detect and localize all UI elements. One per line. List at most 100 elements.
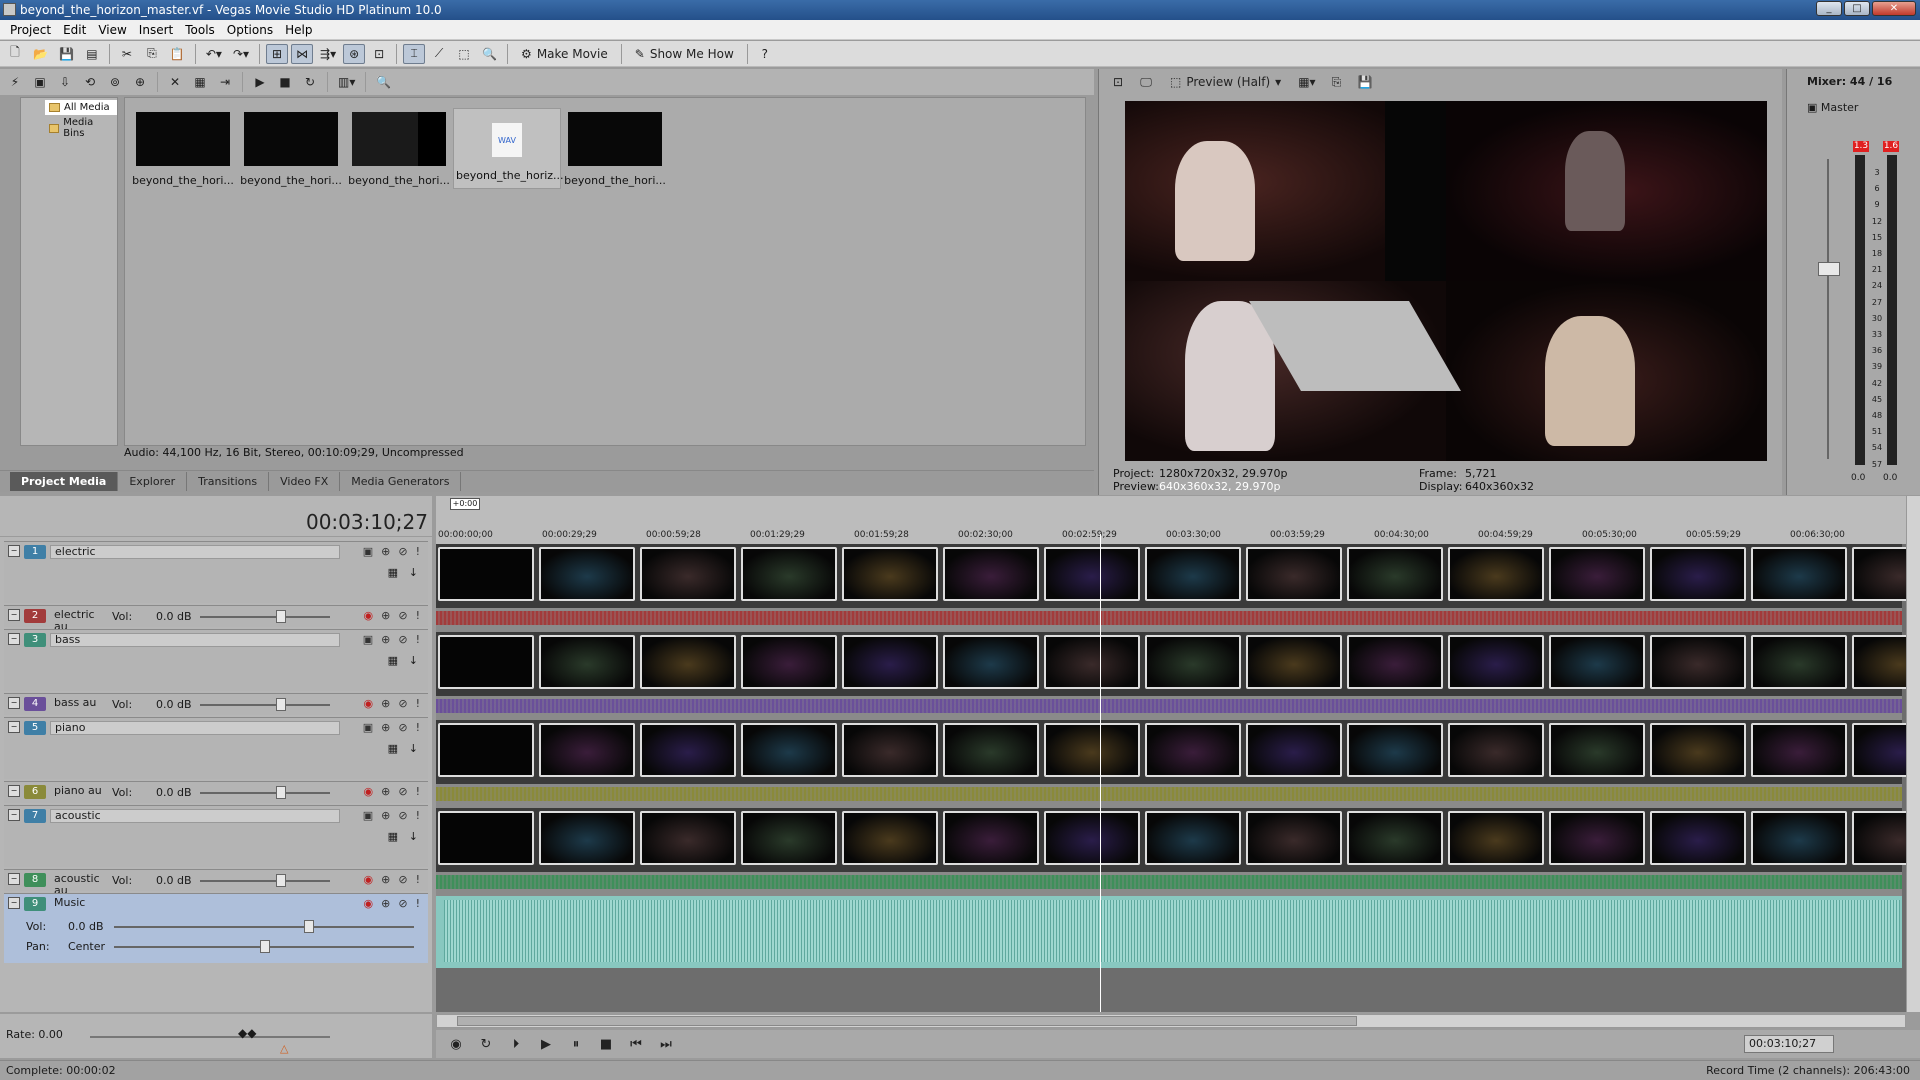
track-fx-icon[interactable]: ⊕ (381, 721, 390, 734)
play-media-icon[interactable]: ▶ (249, 72, 271, 92)
video-event[interactable] (539, 635, 635, 689)
video-event[interactable] (1751, 547, 1847, 601)
get-media-web-icon[interactable]: ⇩ (54, 72, 76, 92)
track-header-piano[interactable]: −5 piano ▣ ⊕ ⊘! ▦ ↓ (4, 717, 428, 779)
mute-icon[interactable]: ⊘ (398, 633, 407, 646)
track-fx-icon[interactable]: ⊕ (381, 633, 390, 646)
track-name[interactable]: piano (50, 721, 340, 735)
menu-insert[interactable]: Insert (133, 20, 179, 39)
video-event[interactable] (741, 635, 837, 689)
track-header-music[interactable]: −9 Music Vol: 0.0 dB Pan: Center ◉ ⊕ ⊘! (4, 893, 428, 963)
media-item[interactable]: beyond_the_hori... (129, 108, 237, 189)
record-icon[interactable]: ◉ (446, 1035, 466, 1053)
track-collapse-icon[interactable]: − (8, 609, 20, 621)
video-event[interactable] (1347, 547, 1443, 601)
tree-item-media-bins[interactable]: Media Bins (45, 115, 117, 141)
fx-icon[interactable]: ⊕ (381, 609, 390, 622)
timeline-lane-bass-au[interactable] (436, 696, 1902, 720)
solo-icon[interactable]: ! (416, 697, 420, 710)
arm-record-icon[interactable]: ◉ (364, 873, 374, 886)
rate-slider[interactable] (90, 1036, 330, 1038)
auto-preview-icon[interactable]: ⇥ (214, 72, 236, 92)
music-waveform-event[interactable] (444, 900, 1900, 962)
video-event[interactable] (640, 723, 736, 777)
mute-icon[interactable]: ⊘ (398, 609, 407, 622)
track-motion-icon[interactable]: ▣ (363, 721, 373, 734)
video-event[interactable] (943, 547, 1039, 601)
copy-icon[interactable]: ⎘ (141, 44, 163, 64)
time-ruler[interactable]: +0:00 00:00:00;00 00:00:29;29 00:00:59;28 0… (436, 496, 1906, 544)
audio-event[interactable] (436, 875, 1902, 889)
master-fader-knob[interactable] (1818, 262, 1840, 276)
video-event[interactable] (1549, 547, 1645, 601)
video-event[interactable] (1347, 635, 1443, 689)
timeline[interactable]: +0:00 00:00:00;00 00:00:29;29 00:00:59;28 0… (436, 496, 1920, 1012)
fx-icon[interactable]: ⊕ (381, 897, 390, 910)
video-event[interactable] (1044, 723, 1140, 777)
video-event[interactable] (842, 811, 938, 865)
video-event[interactable] (842, 635, 938, 689)
track-collapse-icon[interactable]: − (8, 721, 20, 733)
media-item[interactable]: beyond_the_hori... (561, 108, 669, 189)
video-event[interactable] (1246, 547, 1342, 601)
video-event[interactable] (1751, 811, 1847, 865)
mute-icon[interactable]: ⊘ (398, 697, 407, 710)
track-header-bass-au[interactable]: −4 bass au Vol: 0.0 dB ◉ ⊕ ⊘! (4, 693, 428, 715)
video-event[interactable] (1650, 635, 1746, 689)
video-event[interactable] (1650, 811, 1746, 865)
volume-slider-knob[interactable] (276, 874, 286, 887)
video-event[interactable] (640, 635, 736, 689)
video-event[interactable] (1246, 811, 1342, 865)
new-icon[interactable]: 🗋 (4, 44, 26, 64)
video-event[interactable] (640, 547, 736, 601)
track-header-electric[interactable]: −1 electric ▣ ⊕ ⊘! ▦ ↓ (4, 541, 428, 603)
tab-media-generators[interactable]: Media Generators (340, 472, 462, 491)
solo-icon[interactable]: ! (416, 873, 420, 886)
solo-icon[interactable]: ! (416, 609, 420, 622)
audio-event[interactable] (436, 699, 1902, 713)
make-compositing-child-icon[interactable]: ↓ (409, 742, 418, 755)
play-from-start-icon[interactable]: ⏵ (506, 1035, 526, 1053)
video-event[interactable] (1751, 635, 1847, 689)
paste-icon[interactable]: 📋 (166, 44, 189, 64)
mute-icon[interactable]: ⊘ (398, 897, 407, 910)
zoom-tool-icon[interactable]: 🔍 (478, 44, 501, 64)
import-media-icon[interactable]: ⚡ (4, 72, 26, 92)
video-event[interactable] (1650, 547, 1746, 601)
fx-icon[interactable]: ⊕ (381, 785, 390, 798)
arm-record-icon[interactable]: ◉ (364, 897, 374, 910)
cut-icon[interactable]: ✂ (116, 44, 138, 64)
video-event[interactable] (741, 547, 837, 601)
extract-audio-icon[interactable]: ⟲ (79, 72, 101, 92)
preview-properties-icon[interactable]: ⊡ (1107, 72, 1129, 92)
vertical-scrollbar[interactable] (1906, 496, 1920, 1012)
track-collapse-icon[interactable]: − (8, 697, 20, 709)
track-header-acoustic-au[interactable]: −8 acoustic au Vol: 0.0 dB ◉ ⊕ ⊘! (4, 869, 428, 897)
timeline-lane-acoustic[interactable] (436, 808, 1920, 872)
track-name[interactable]: electric au (50, 609, 110, 633)
master-fader-track[interactable] (1827, 159, 1829, 459)
video-event[interactable] (1246, 723, 1342, 777)
video-event[interactable] (438, 723, 534, 777)
solo-icon[interactable]: ! (416, 897, 420, 910)
video-event[interactable] (842, 547, 938, 601)
track-name[interactable]: acoustic (50, 809, 340, 823)
open-icon[interactable]: 📂 (29, 44, 52, 64)
video-event[interactable] (539, 547, 635, 601)
video-event[interactable] (741, 723, 837, 777)
video-event[interactable] (1549, 635, 1645, 689)
video-event[interactable] (1448, 811, 1544, 865)
video-event[interactable] (1145, 811, 1241, 865)
make-movie-button[interactable]: ⚙ Make Movie (514, 44, 615, 64)
audio-event[interactable] (436, 787, 1902, 801)
video-event[interactable] (943, 811, 1039, 865)
compositing-icon[interactable]: ▦ (388, 654, 398, 667)
video-event[interactable] (539, 811, 635, 865)
video-event[interactable] (1347, 811, 1443, 865)
menu-project[interactable]: Project (4, 20, 57, 39)
video-event[interactable] (1347, 723, 1443, 777)
audio-event[interactable] (436, 611, 1902, 625)
video-event[interactable] (741, 811, 837, 865)
auto-play-icon[interactable]: ↻ (299, 72, 321, 92)
track-header-electric-au[interactable]: −2 electric au Vol: 0.0 dB ◉ ⊕ ⊘! (4, 605, 428, 633)
